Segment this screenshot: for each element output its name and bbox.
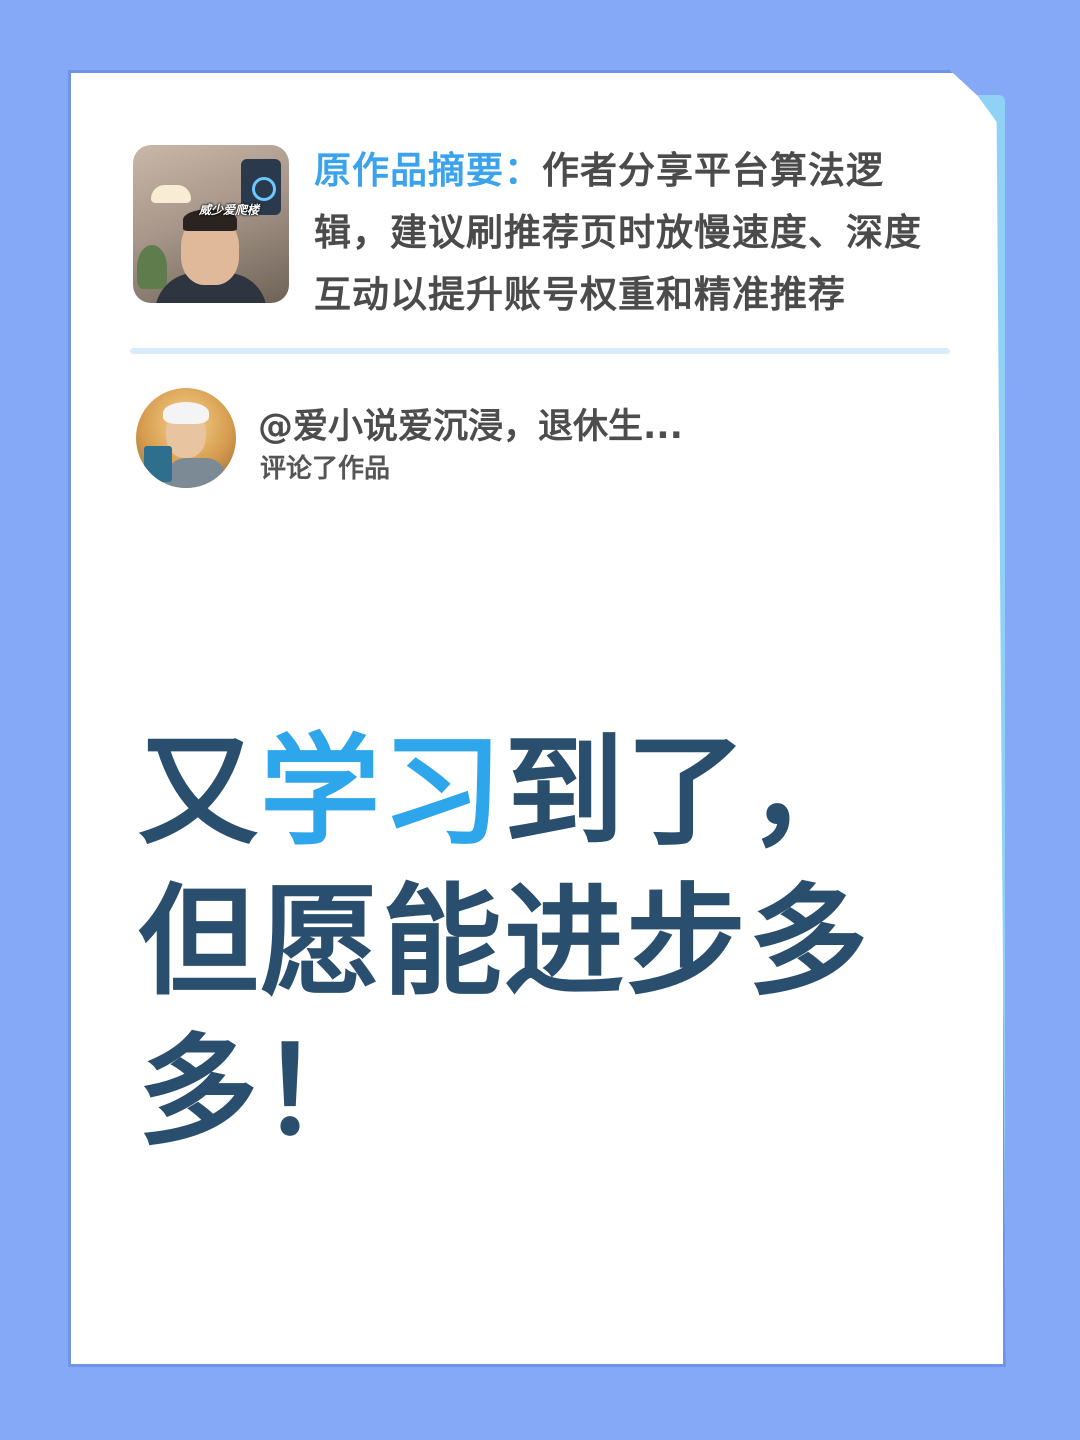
original-work-summary: 原作品摘要：作者分享平台算法逻辑，建议刷推荐页时放慢速度、深度互动以提升账号权重… xyxy=(314,140,954,326)
comment-headline: 又学习到了，但愿能进步多多！ xyxy=(138,718,958,1168)
comment-action-text: 评论了作品 xyxy=(260,454,391,484)
headline-part1: 又 xyxy=(138,723,260,862)
headline-highlight: 学习 xyxy=(260,723,504,862)
thumbnail-caption: 威少爱爬楼 xyxy=(199,203,260,217)
summary-label: 原作品摘要： xyxy=(314,149,542,192)
lamp-shape xyxy=(151,185,191,203)
plant-shape xyxy=(137,245,167,289)
avatar-coat xyxy=(166,458,226,488)
avatar-book xyxy=(144,446,172,482)
commenter-username[interactable]: @爱小说爱沉浸，退休生... xyxy=(258,398,683,449)
commenter-avatar[interactable] xyxy=(136,388,236,488)
original-work-thumbnail[interactable]: 威少爱爬楼 xyxy=(133,145,289,303)
avatar-hair xyxy=(163,402,209,424)
divider xyxy=(130,348,950,354)
